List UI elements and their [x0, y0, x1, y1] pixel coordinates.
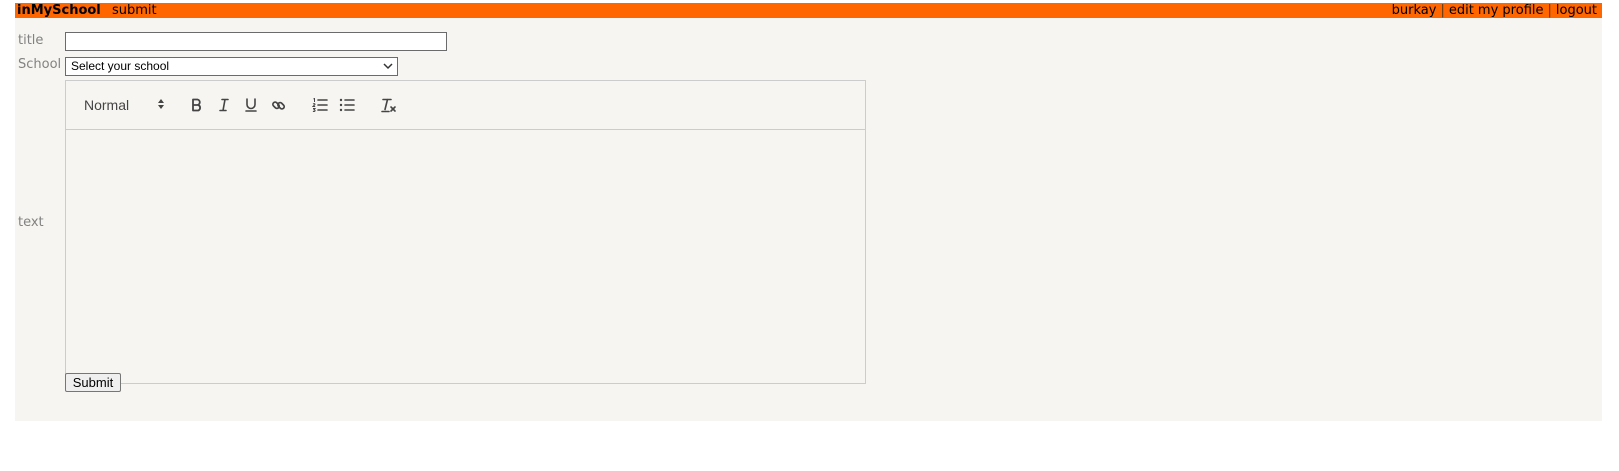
top-bar: inMySchool submit burkay | edit my profile… [15, 3, 1602, 18]
user-nav: burkay | edit my profile | logout [1392, 3, 1597, 18]
editor-toolbar: Normal [66, 81, 865, 130]
ordered-list-button[interactable] [308, 94, 332, 116]
chevron-down-icon [383, 63, 393, 70]
bold-icon [192, 98, 201, 112]
italic-button[interactable] [212, 94, 236, 116]
bullet-list-icon [339, 98, 355, 112]
sort-arrows-icon [158, 99, 164, 109]
underline-button[interactable] [239, 94, 263, 116]
separator: | [1547, 3, 1552, 18]
separator: | [1440, 3, 1445, 18]
logout-link[interactable]: logout [1556, 3, 1597, 18]
school-select[interactable]: Select your school [65, 57, 398, 76]
page-container: inMySchool submit burkay | edit my profile… [15, 3, 1602, 421]
username-link[interactable]: burkay [1392, 3, 1437, 18]
school-label: School [18, 57, 62, 72]
title-input[interactable] [65, 32, 447, 51]
school-select-value: Select your school [71, 59, 170, 73]
text-label: text [18, 215, 44, 230]
nav-submit-link[interactable]: submit [112, 3, 157, 18]
edit-profile-link[interactable]: edit my profile [1449, 3, 1544, 18]
ordered-list-icon [312, 98, 328, 112]
clear-format-button[interactable] [377, 94, 401, 116]
italic-icon [219, 98, 229, 112]
brand-logo[interactable]: inMySchool [17, 3, 101, 18]
bullet-list-button[interactable] [335, 94, 359, 116]
title-label: title [18, 33, 44, 48]
heading-select-value: Normal [84, 97, 130, 113]
link-icon [271, 100, 285, 110]
submit-button[interactable]: Submit [65, 373, 121, 392]
link-button[interactable] [266, 94, 290, 116]
clear-format-icon [381, 98, 396, 112]
bold-button[interactable] [185, 94, 209, 116]
heading-select[interactable]: Normal [84, 94, 174, 116]
rich-text-editor: Normal [65, 80, 866, 384]
underline-icon [245, 98, 257, 112]
editor-content[interactable] [66, 130, 865, 383]
